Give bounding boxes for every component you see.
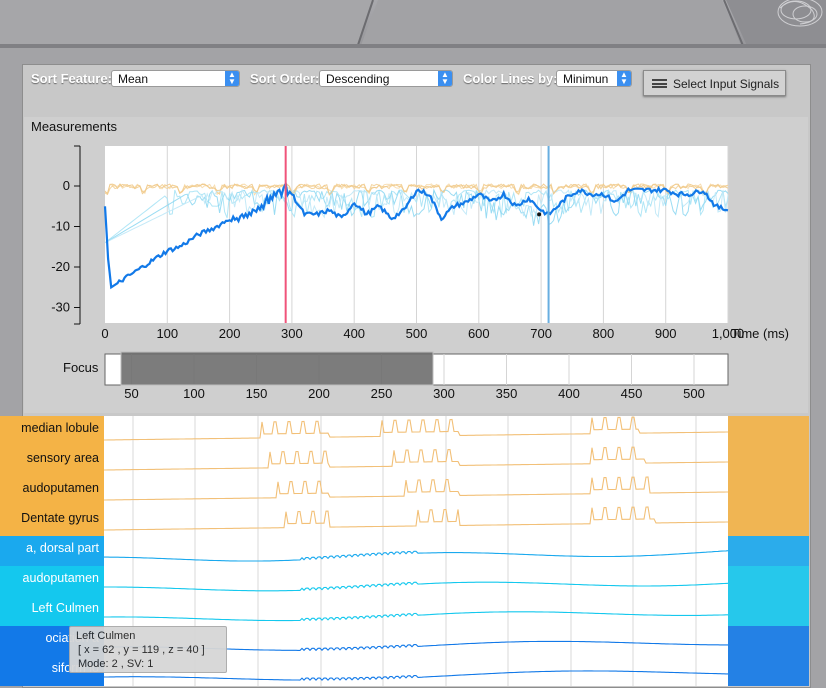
focus-tick-label: 250 bbox=[371, 386, 393, 401]
signal-color-swatch bbox=[728, 446, 809, 476]
signal-color-swatch bbox=[728, 536, 809, 566]
signal-tooltip: Left Culmen [ x = 62 , y = 119 , z = 40 … bbox=[69, 626, 227, 673]
focus-tick-label: 50 bbox=[124, 386, 138, 401]
x-tick-label: 400 bbox=[343, 326, 365, 341]
focus-selection-brush[interactable] bbox=[120, 351, 434, 386]
x-tick-label: 200 bbox=[219, 326, 241, 341]
x-tick-label: 500 bbox=[406, 326, 428, 341]
y-tick-label: 0 bbox=[63, 178, 70, 193]
signal-color-swatch bbox=[728, 416, 809, 446]
x-tick-label: 0 bbox=[101, 326, 108, 341]
focus-tick-label: 500 bbox=[683, 386, 705, 401]
signal-color-swatch bbox=[728, 506, 809, 536]
visualization-canvas: 0 -10 -20 -30 0 100 200 300 400 500 600 700 800 900 1… bbox=[0, 145, 809, 686]
focus-tick-label: 100 bbox=[183, 386, 205, 401]
tooltip-mode: Mode: 2 , SV: 1 bbox=[78, 658, 154, 670]
y-tick-label: -10 bbox=[51, 219, 70, 234]
signal-label: sensory area bbox=[27, 451, 99, 465]
signal-color-swatch bbox=[728, 656, 809, 686]
x-tick-label: 600 bbox=[468, 326, 490, 341]
signal-label: median lobule bbox=[21, 421, 99, 435]
focus-tick-label: 150 bbox=[246, 386, 268, 401]
chart-y-axis: 0 -10 -20 -30 bbox=[51, 145, 81, 325]
focus-tick-label: 300 bbox=[433, 386, 455, 401]
x-tick-label: 800 bbox=[593, 326, 615, 341]
chart-x-axis: 0 100 200 300 400 500 600 700 800 900 1,000 bbox=[101, 326, 744, 341]
focus-tick-label: 200 bbox=[308, 386, 330, 401]
signal-label: audoputamen bbox=[23, 571, 100, 585]
signal-color-swatch bbox=[728, 626, 809, 656]
x-tick-label: 900 bbox=[655, 326, 677, 341]
y-tick-label: -20 bbox=[51, 259, 70, 274]
tooltip-title: Left Culmen bbox=[76, 630, 136, 642]
x-tick-label: 300 bbox=[281, 326, 303, 341]
tooltip-coords: [ x = 62 , y = 119 , z = 40 ] bbox=[78, 644, 205, 656]
focus-axis: 50 100 150 200 250 300 350 400 450 500 bbox=[124, 386, 705, 401]
x-axis-unit-label: Time (ms) bbox=[731, 326, 789, 341]
focus-tick-label: 350 bbox=[496, 386, 518, 401]
signal-label: a, dorsal part bbox=[26, 541, 99, 555]
hover-point bbox=[537, 212, 542, 217]
signal-label: Left Culmen bbox=[32, 601, 99, 615]
focus-tick-label: 450 bbox=[621, 386, 643, 401]
y-tick-label: -30 bbox=[51, 300, 70, 315]
signal-color-swatch bbox=[728, 476, 809, 506]
focus-tick-label: 400 bbox=[558, 386, 580, 401]
signal-color-swatch bbox=[728, 596, 809, 626]
signal-label: Dentate gyrus bbox=[21, 511, 99, 525]
signal-color-swatch bbox=[728, 566, 809, 596]
signal-label: audoputamen bbox=[23, 481, 100, 495]
x-tick-label: 100 bbox=[156, 326, 178, 341]
x-tick-label: 700 bbox=[530, 326, 552, 341]
